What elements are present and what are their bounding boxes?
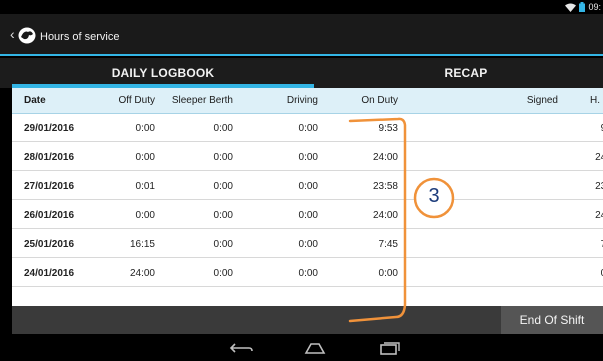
cell-on-duty: 7:45 <box>378 239 398 250</box>
app-logo-icon[interactable] <box>18 27 36 44</box>
cell-sleeper-berth: 0:00 <box>213 268 233 279</box>
table-row[interactable]: 28/01/2016 0:00 0:00 0:00 24:00 24: <box>12 143 603 171</box>
cell-off-duty: 0:00 <box>135 152 155 163</box>
cell-sleeper-berth: 0:00 <box>213 152 233 163</box>
cell-date: 28/01/2016 <box>24 152 75 163</box>
tab-recap[interactable]: RECAP <box>316 58 603 88</box>
column-header-off-duty: Off Duty <box>118 95 156 106</box>
home-nav-icon[interactable] <box>302 340 328 356</box>
logbook-table: Date Off Duty Sleeper Berth Driving On D… <box>12 88 603 334</box>
annotation-label: 3 <box>428 185 440 207</box>
recent-apps-nav-icon[interactable] <box>376 340 402 356</box>
cell-on-duty: 23:58 <box>372 181 398 192</box>
cell-driving: 0:00 <box>298 268 318 279</box>
cell-hw: 23: <box>595 181 603 192</box>
cell-driving: 0:00 <box>298 123 318 134</box>
cell-sleeper-berth: 0:00 <box>213 181 233 192</box>
back-nav-icon[interactable] <box>229 340 255 356</box>
cell-off-duty: 0:00 <box>135 210 155 221</box>
column-header-on-duty: On Duty <box>361 95 398 106</box>
wifi-icon <box>565 3 577 12</box>
cell-driving: 0:00 <box>298 152 318 163</box>
cell-on-duty: 0:00 <box>378 268 398 279</box>
cell-on-duty: 24:00 <box>372 210 398 221</box>
status-icons: 09: <box>565 1 601 13</box>
table-row[interactable]: 24/01/201624:000:000:000:000: <box>12 259 603 287</box>
cell-on-duty: 24:00 <box>372 152 398 163</box>
cell-off-duty: 16:15 <box>129 239 155 250</box>
battery-icon <box>579 2 586 12</box>
column-header-hw: H.​ <box>590 95 600 106</box>
cell-sleeper-berth: 0:00 <box>213 123 233 134</box>
action-bar: ‹ Hours of service <box>0 14 603 56</box>
cell-driving: 0:00 <box>298 181 318 192</box>
cell-date: 24/01/2016 <box>24 268 75 279</box>
cell-sleeper-berth: 0:00 <box>213 210 233 221</box>
column-header-date: Date <box>24 95 46 106</box>
clock: 09: <box>588 2 601 12</box>
cell-driving: 0:00 <box>298 210 318 221</box>
back-chevron-icon[interactable]: ‹ <box>10 27 15 41</box>
cell-sleeper-berth: 0:00 <box>213 239 233 250</box>
column-header-driving: Driving <box>286 95 318 106</box>
cell-driving: 0:00 <box>298 239 318 250</box>
column-header-sleeper-berth: Sleeper Berth <box>171 95 233 106</box>
cell-date: 25/01/2016 <box>24 239 75 250</box>
table-row[interactable]: 29/01/20160:000:000:009:539: <box>12 114 603 142</box>
action-footer: End Of Shift <box>12 306 603 334</box>
table-row[interactable]: 26/01/2016 0:00 0:00 0:00 24:00 24: <box>12 201 603 229</box>
cell-date: 29/01/2016 <box>24 123 75 134</box>
page-title: Hours of service <box>40 31 120 43</box>
table-row[interactable]: 27/01/2016 0:01 0:00 0:00 23:58 23: <box>12 172 603 200</box>
column-header-signed: Signed <box>526 95 558 106</box>
cell-date: 27/01/2016 <box>24 181 75 192</box>
table-header: Date Off Duty Sleeper Berth Driving On D… <box>12 88 603 114</box>
cell-hw: 24: <box>595 210 603 221</box>
table-row[interactable]: 25/01/201616:150:000:007:457: <box>12 230 603 258</box>
cell-on-duty: 9:53 <box>378 123 398 134</box>
cell-off-duty: 0:01 <box>135 181 155 192</box>
status-bar: 09: <box>0 0 603 14</box>
cell-off-duty: 24:00 <box>129 268 155 279</box>
navigation-bar <box>0 334 603 361</box>
cell-off-duty: 0:00 <box>135 123 155 134</box>
end-of-shift-button[interactable]: End Of Shift <box>501 306 603 334</box>
cell-hw: 24: <box>595 152 603 163</box>
cell-date: 26/01/2016 <box>24 210 75 221</box>
